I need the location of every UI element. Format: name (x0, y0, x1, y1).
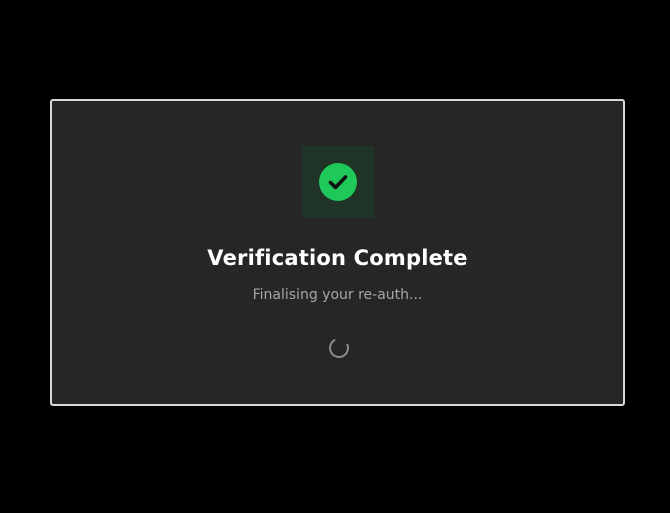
check-icon (319, 163, 357, 201)
modal-title: Verification Complete (207, 246, 468, 270)
verification-modal: Verification Complete Finalising your re… (50, 99, 625, 406)
spinner-icon (326, 335, 352, 361)
modal-subtitle: Finalising your re-auth... (252, 287, 423, 303)
check-circle-icon (319, 163, 357, 201)
status-icon-container (302, 146, 374, 218)
page-background: Verification Complete Finalising your re… (0, 0, 670, 513)
